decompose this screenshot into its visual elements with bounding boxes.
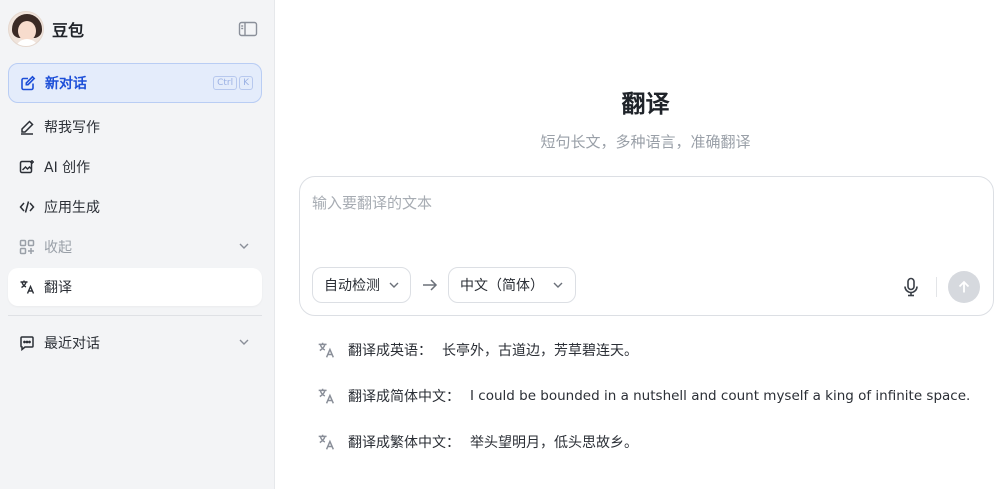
suggestion-item[interactable]: 翻译成繁体中文： 举头望明月，低头思故乡。 [317, 430, 638, 454]
pen-write-icon [19, 119, 35, 135]
sidebar-item-collapse[interactable]: 收起 [8, 228, 262, 266]
chevron-down-icon [388, 279, 400, 291]
sidebar-toggle-icon[interactable] [238, 20, 258, 38]
main-panel: 翻译 短句长文，多种语言，准确翻译 自动检测 中文（简体） [275, 0, 1006, 489]
new-chat-label: 新对话 [45, 76, 87, 92]
translate-input[interactable] [312, 194, 972, 212]
arrow-up-icon [958, 280, 970, 293]
page-title: 翻译 [621, 90, 670, 118]
source-language-label: 自动检测 [324, 278, 380, 294]
sidebar: 豆包 新对话 Ctrl K 帮我写作 AI 创作 应用生成 收起 翻译 最近对话 [0, 0, 275, 489]
toolbar-divider [936, 277, 937, 297]
code-icon [19, 199, 35, 215]
sidebar-item-app-build[interactable]: 应用生成 [8, 188, 262, 226]
sidebar-item-ai-create[interactable]: AI 创作 [8, 148, 262, 186]
microphone-icon[interactable] [902, 277, 920, 297]
shortcut-hint: Ctrl K [213, 76, 253, 90]
new-chat-icon [20, 75, 36, 91]
suggestion-label: 翻译成英语： [348, 343, 432, 359]
chevron-down-icon [238, 240, 250, 252]
suggestion-label: 翻译成繁体中文： [348, 435, 460, 451]
suggestion-item[interactable]: 翻译成简体中文： I could be bounded in a nutshel… [317, 384, 970, 408]
sidebar-item-label: 应用生成 [44, 200, 100, 216]
image-create-icon [19, 159, 35, 175]
sidebar-item-label: AI 创作 [44, 160, 91, 176]
translate-input-card: 自动检测 中文（简体） [299, 176, 994, 316]
suggestion-text: 举头望明月，低头思故乡。 [470, 435, 638, 451]
chevron-down-icon [552, 279, 564, 291]
suggestion-text: 长亭外，古道边，芳草碧连天。 [442, 343, 638, 359]
suggestion-item[interactable]: 翻译成英语： 长亭外，古道边，芳草碧连天。 [317, 338, 638, 362]
apps-grid-icon [19, 239, 35, 255]
target-language-label: 中文（简体） [460, 278, 544, 294]
sidebar-item-writing[interactable]: 帮我写作 [8, 108, 262, 146]
translate-icon [19, 279, 35, 295]
shortcut-key-ctrl: Ctrl [213, 76, 238, 90]
brand[interactable]: 豆包 [8, 10, 84, 48]
sidebar-item-label: 翻译 [44, 280, 72, 296]
brand-name: 豆包 [52, 21, 85, 40]
arrow-right-icon [421, 277, 439, 293]
suggestion-label: 翻译成简体中文： [348, 389, 460, 405]
sidebar-item-label: 帮我写作 [44, 120, 100, 136]
chevron-down-icon [238, 336, 250, 348]
translate-icon [317, 341, 335, 359]
sidebar-divider [8, 315, 262, 316]
new-chat-button[interactable]: 新对话 Ctrl K [8, 63, 262, 103]
avatar [8, 11, 44, 47]
suggestion-text: I could be bounded in a nutshell and cou… [470, 388, 971, 404]
sidebar-item-label: 收起 [44, 240, 72, 256]
target-language-select[interactable]: 中文（简体） [448, 267, 576, 303]
sidebar-item-label: 最近对话 [44, 336, 100, 352]
sidebar-item-translate[interactable]: 翻译 [8, 268, 262, 306]
sidebar-item-recent-chats[interactable]: 最近对话 [8, 324, 262, 362]
translate-icon [317, 433, 335, 451]
send-button[interactable] [948, 271, 980, 303]
chat-icon [19, 335, 35, 351]
translate-icon [317, 387, 335, 405]
shortcut-key-k: K [239, 76, 253, 90]
source-language-select[interactable]: 自动检测 [312, 267, 411, 303]
page-subtitle: 短句长文，多种语言，准确翻译 [540, 133, 751, 151]
